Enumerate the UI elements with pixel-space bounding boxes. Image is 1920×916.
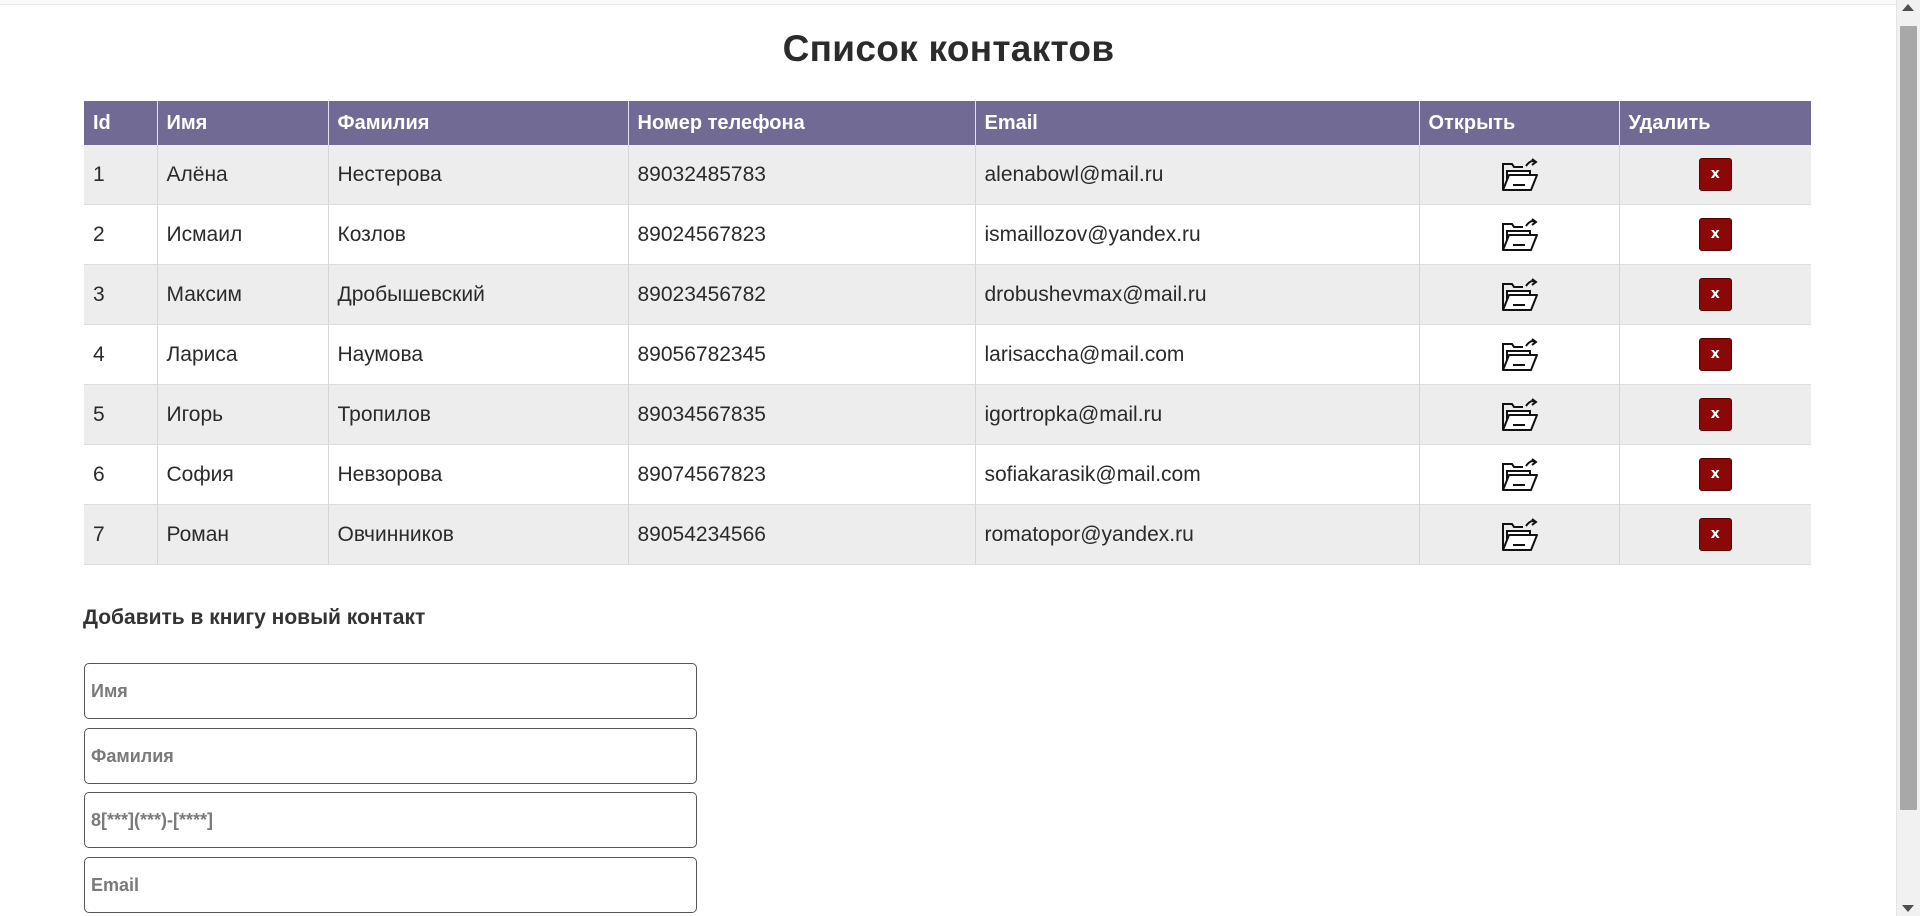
cell-first-name: Игорь: [157, 384, 329, 445]
cell-first-name: Исмаил: [157, 204, 329, 265]
delete-button[interactable]: x: [1698, 278, 1732, 311]
cell-open: [1419, 264, 1620, 325]
cell-id: 3: [84, 264, 158, 325]
delete-button[interactable]: x: [1698, 398, 1732, 431]
delete-button[interactable]: x: [1698, 158, 1732, 191]
delete-button[interactable]: x: [1698, 518, 1732, 551]
vertical-scrollbar[interactable]: [1896, 0, 1920, 916]
cell-open: [1419, 384, 1620, 445]
open-folder-icon[interactable]: [1499, 395, 1539, 435]
table-row: 3 Максим Дробышевский 89023456782 drobushevm…: [84, 264, 1811, 325]
cell-email: sofiakarasik@mail.com: [975, 444, 1420, 505]
email-input[interactable]: [84, 857, 697, 913]
cell-delete: x: [1619, 384, 1811, 445]
cell-email: drobushevmax@mail.ru: [975, 264, 1420, 325]
header-first-name: Имя: [157, 101, 329, 145]
cell-delete: x: [1619, 324, 1811, 385]
cell-phone: 89024567823: [628, 204, 976, 265]
first-name-input[interactable]: [84, 663, 697, 719]
cell-open: [1419, 204, 1620, 265]
cell-email: alenabowl@mail.ru: [975, 145, 1420, 205]
scroll-down-arrow-icon[interactable]: [1902, 905, 1914, 912]
cell-id: 2: [84, 204, 158, 265]
cell-open: [1419, 324, 1620, 385]
table-row: 4 Лариса Наумова 89056782345 larisaccha@mail…: [84, 324, 1811, 385]
header-id: Id: [84, 101, 158, 145]
open-folder-icon[interactable]: [1499, 335, 1539, 375]
table-row: 1 Алёна Нестерова 89032485783 alenabowl@mail…: [84, 145, 1811, 205]
cell-open: [1419, 444, 1620, 505]
cell-email: romatopor@yandex.ru: [975, 504, 1420, 565]
scroll-up-arrow-icon[interactable]: [1902, 4, 1914, 11]
table-header-row: Id Имя Фамилия Номер телефона Email Откр…: [84, 101, 1811, 145]
header-delete: Удалить: [1619, 101, 1811, 145]
cell-id: 1: [84, 145, 158, 205]
cell-email: igortropka@mail.ru: [975, 384, 1420, 445]
cell-delete: x: [1619, 444, 1811, 505]
cell-phone: 89032485783: [628, 145, 976, 205]
cell-phone: 89023456782: [628, 264, 976, 325]
delete-button[interactable]: x: [1698, 458, 1732, 491]
header-phone: Номер телефона: [628, 101, 976, 145]
delete-button[interactable]: x: [1698, 218, 1732, 251]
scroll-thumb[interactable]: [1900, 26, 1917, 810]
cell-delete: x: [1619, 504, 1811, 565]
cell-last-name: Невзорова: [328, 444, 629, 505]
cell-email: larisaccha@mail.com: [975, 324, 1420, 385]
cell-phone: 89074567823: [628, 444, 976, 505]
cell-phone: 89034567835: [628, 384, 976, 445]
table-row: 6 София Невзорова 89074567823 sofiakarasik@m…: [84, 444, 1811, 505]
cell-last-name: Овчинников: [328, 504, 629, 565]
delete-button[interactable]: x: [1698, 338, 1732, 371]
cell-phone: 89054234566: [628, 504, 976, 565]
cell-id: 7: [84, 504, 158, 565]
cell-last-name: Козлов: [328, 204, 629, 265]
cell-first-name: Максим: [157, 264, 329, 325]
page: Список контактов Id Имя Фамилия Номер те…: [0, 0, 1897, 916]
cell-delete: x: [1619, 145, 1811, 205]
cell-delete: x: [1619, 264, 1811, 325]
cell-last-name: Наумова: [328, 324, 629, 385]
open-folder-icon[interactable]: [1499, 455, 1539, 495]
header-open: Открыть: [1419, 101, 1620, 145]
page-title: Список контактов: [782, 28, 1115, 69]
cell-last-name: Дробышевский: [328, 264, 629, 325]
open-folder-icon[interactable]: [1499, 515, 1539, 555]
phone-input[interactable]: [84, 792, 697, 848]
cell-id: 6: [84, 444, 158, 505]
table-row: 5 Игорь Тропилов 89034567835 igortropka@mail…: [84, 384, 1811, 445]
cell-phone: 89056782345: [628, 324, 976, 385]
cell-open: [1419, 504, 1620, 565]
table-row: 2 Исмаил Козлов 89024567823 ismaillozov@yand…: [84, 204, 1811, 265]
cell-open: [1419, 145, 1620, 205]
open-folder-icon[interactable]: [1499, 155, 1539, 195]
cell-first-name: Лариса: [157, 324, 329, 385]
table-row: 7 Роман Овчинников 89054234566 romatopor@yan…: [84, 504, 1811, 565]
cell-id: 4: [84, 324, 158, 385]
cell-first-name: София: [157, 444, 329, 505]
header-last-name: Фамилия: [328, 101, 629, 145]
header-email: Email: [975, 101, 1420, 145]
contacts-table: Id Имя Фамилия Номер телефона Email Откр…: [84, 101, 1811, 565]
cell-delete: x: [1619, 204, 1811, 265]
cell-email: ismaillozov@yandex.ru: [975, 204, 1420, 265]
cell-id: 5: [84, 384, 158, 445]
last-name-input[interactable]: [84, 728, 697, 784]
open-folder-icon[interactable]: [1499, 275, 1539, 315]
open-folder-icon[interactable]: [1499, 215, 1539, 255]
cell-last-name: Тропилов: [328, 384, 629, 445]
cell-last-name: Нестерова: [328, 145, 629, 205]
cell-first-name: Алёна: [157, 145, 329, 205]
add-contact-heading: Добавить в книгу новый контакт: [83, 606, 426, 629]
cell-first-name: Роман: [157, 504, 329, 565]
